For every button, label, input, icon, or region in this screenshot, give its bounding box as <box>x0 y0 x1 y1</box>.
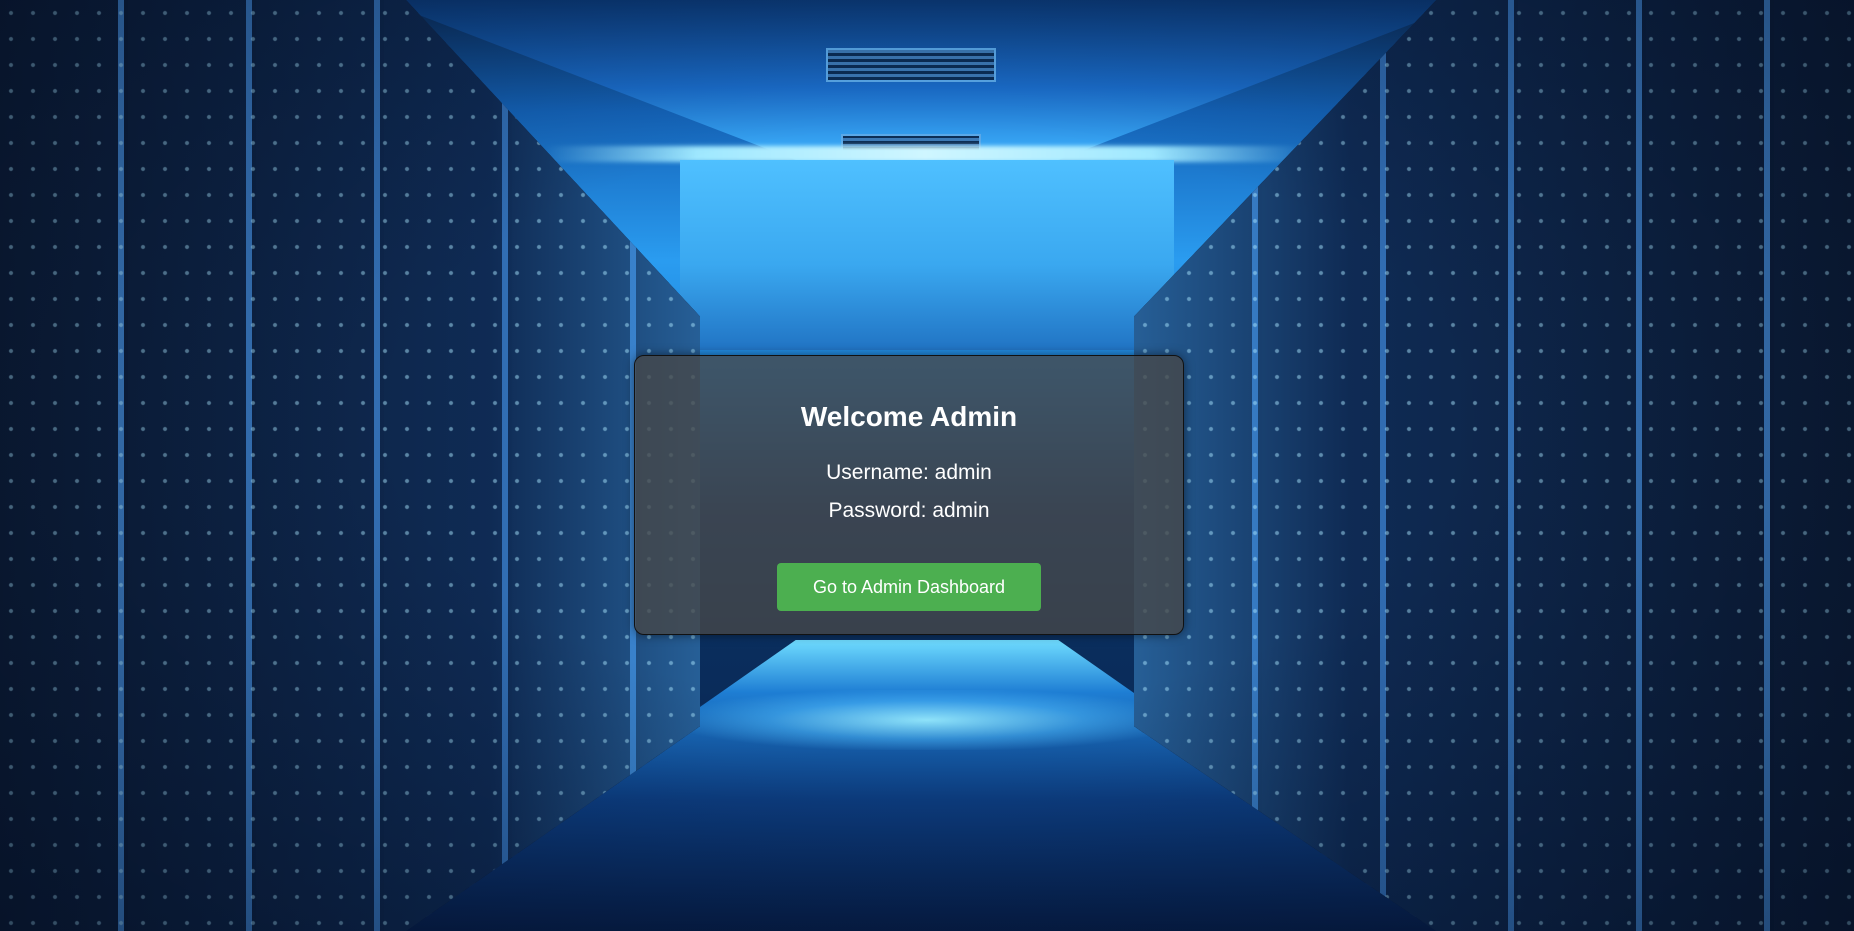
card-title: Welcome Admin <box>800 401 1018 432</box>
admin-dashboard-button[interactable]: Go to Admin Dashboard <box>777 563 1041 611</box>
welcome-card: Welcome Admin Username: admin Password: … <box>634 355 1184 635</box>
server-room-background: Welcome Admin Username: admin Password: … <box>0 0 1854 931</box>
username-text: Username: admin <box>826 461 992 484</box>
password-text: Password: admin <box>828 499 990 522</box>
